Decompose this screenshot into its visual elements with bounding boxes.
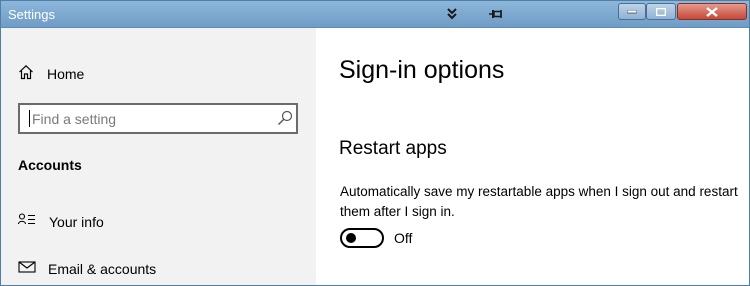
toggle-knob (346, 233, 356, 243)
home-label: Home (47, 66, 85, 82)
section-title: Restart apps (339, 138, 447, 159)
page-title: Sign-in options (339, 56, 505, 84)
restart-apps-description: Automatically save my restartable apps w… (340, 184, 738, 219)
settings-window: Settings Home Find a setting Accounts Yo… (0, 0, 750, 286)
title-bar[interactable]: Settings (1, 1, 749, 28)
sidebar-item-label: Your info (49, 214, 104, 230)
content-pane: Sign-in options Restart apps Automatical… (316, 28, 749, 285)
text-cursor (29, 110, 30, 127)
sidebar-item-your-info[interactable]: Your info (17, 212, 104, 232)
toggle-state-label: Off (394, 230, 413, 246)
minimize-icon (627, 9, 637, 13)
search-box[interactable] (18, 103, 298, 134)
minimize-button[interactable] (618, 3, 646, 20)
close-button[interactable] (677, 3, 747, 20)
accounts-heading: Accounts (18, 157, 82, 173)
maximize-button[interactable] (646, 3, 676, 20)
sidebar-item-email-accounts[interactable]: Email & accounts (18, 260, 156, 278)
maximize-icon (656, 7, 666, 16)
sidebar: Home Accounts Your info (1, 28, 316, 285)
close-icon (706, 6, 718, 17)
sidebar-item-home[interactable]: Home (18, 64, 85, 85)
search-icon[interactable] (277, 110, 293, 126)
search-input[interactable] (32, 105, 267, 132)
window-title: Settings (8, 7, 55, 22)
restart-apps-toggle[interactable] (340, 228, 384, 248)
home-icon (18, 64, 34, 85)
sidebar-item-label: Email & accounts (48, 261, 157, 277)
mail-icon (18, 260, 36, 279)
pin-down-icon[interactable] (444, 7, 460, 21)
pushpin-icon[interactable] (488, 7, 504, 21)
person-list-icon (17, 212, 36, 232)
